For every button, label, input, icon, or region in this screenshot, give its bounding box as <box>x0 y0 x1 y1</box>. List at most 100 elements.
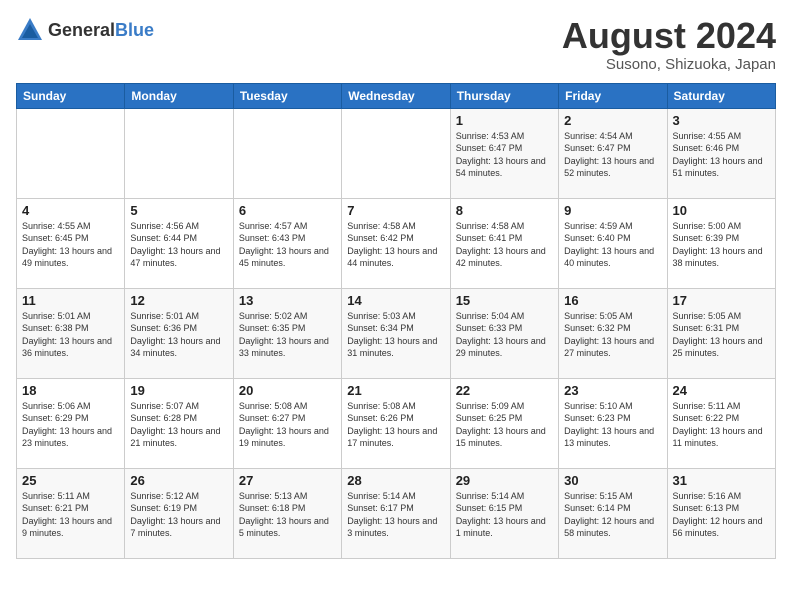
days-of-week-row: SundayMondayTuesdayWednesdayThursdayFrid… <box>17 83 776 108</box>
day-cell: 10 Sunrise: 5:00 AM Sunset: 6:39 PM Dayli… <box>667 198 775 288</box>
day-number: 26 <box>130 473 227 488</box>
day-detail: Sunrise: 4:59 AM Sunset: 6:40 PM Dayligh… <box>564 220 661 270</box>
day-cell: 30Sunrise: 5:15 AM Sunset: 6:14 PM Dayli… <box>559 468 667 558</box>
day-cell: 26Sunrise: 5:12 AM Sunset: 6:19 PM Dayli… <box>125 468 233 558</box>
day-number: 12 <box>130 293 227 308</box>
logo-icon <box>16 16 44 44</box>
day-number: 22 <box>456 383 553 398</box>
calendar-header: SundayMondayTuesdayWednesdayThursdayFrid… <box>17 83 776 108</box>
day-cell: 17 Sunrise: 5:05 AM Sunset: 6:31 PM Dayli… <box>667 288 775 378</box>
day-cell: 6Sunrise: 4:57 AM Sunset: 6:43 PM Daylig… <box>233 198 341 288</box>
day-detail: Sunrise: 5:01 AM Sunset: 6:36 PM Dayligh… <box>130 310 227 360</box>
day-number: 5 <box>130 203 227 218</box>
week-row-2: 4 Sunrise: 4:55 AM Sunset: 6:45 PM Daylig… <box>17 198 776 288</box>
week-row-1: 1Sunrise: 4:53 AM Sunset: 6:47 PM Daylig… <box>17 108 776 198</box>
day-cell: 7 Sunrise: 4:58 AM Sunset: 6:42 PM Daylig… <box>342 198 450 288</box>
day-detail: Sunrise: 5:02 AM Sunset: 6:35 PM Dayligh… <box>239 310 336 360</box>
calendar-title: August 2024 <box>562 16 776 56</box>
day-cell: 20Sunrise: 5:08 AM Sunset: 6:27 PM Dayli… <box>233 378 341 468</box>
day-cell: 16 Sunrise: 5:05 AM Sunset: 6:32 PM Dayli… <box>559 288 667 378</box>
day-number: 7 <box>347 203 444 218</box>
day-header-sunday: Sunday <box>17 83 125 108</box>
day-number: 28 <box>347 473 444 488</box>
day-detail: Sunrise: 5:05 AM Sunset: 6:32 PM Dayligh… <box>564 310 661 360</box>
day-detail: Sunrise: 4:54 AM Sunset: 6:47 PM Dayligh… <box>564 130 661 180</box>
day-cell: 2 Sunrise: 4:54 AM Sunset: 6:47 PM Daylig… <box>559 108 667 198</box>
day-number: 31 <box>673 473 770 488</box>
calendar-table: SundayMondayTuesdayWednesdayThursdayFrid… <box>16 83 776 559</box>
day-detail: Sunrise: 5:11 AM Sunset: 6:22 PM Dayligh… <box>673 400 770 450</box>
day-number: 11 <box>22 293 119 308</box>
day-detail: Sunrise: 4:55 AM Sunset: 6:45 PM Dayligh… <box>22 220 119 270</box>
title-block: August 2024 Susono, Shizuoka, Japan <box>562 16 776 73</box>
day-cell: 28 Sunrise: 5:14 AM Sunset: 6:17 PM Dayli… <box>342 468 450 558</box>
week-row-3: 11 Sunrise: 5:01 AM Sunset: 6:38 PM Dayli… <box>17 288 776 378</box>
day-number: 10 <box>673 203 770 218</box>
day-number: 13 <box>239 293 336 308</box>
day-detail: Sunrise: 5:14 AM Sunset: 6:17 PM Dayligh… <box>347 490 444 540</box>
day-cell <box>233 108 341 198</box>
day-cell: 22 Sunrise: 5:09 AM Sunset: 6:25 PM Dayli… <box>450 378 558 468</box>
day-header-saturday: Saturday <box>667 83 775 108</box>
week-row-4: 18Sunrise: 5:06 AM Sunset: 6:29 PM Dayli… <box>17 378 776 468</box>
calendar-body: 1Sunrise: 4:53 AM Sunset: 6:47 PM Daylig… <box>17 108 776 558</box>
day-cell: 13 Sunrise: 5:02 AM Sunset: 6:35 PM Dayli… <box>233 288 341 378</box>
day-number: 21 <box>347 383 444 398</box>
day-cell: 21 Sunrise: 5:08 AM Sunset: 6:26 PM Dayli… <box>342 378 450 468</box>
day-cell <box>342 108 450 198</box>
logo-text-blue: Blue <box>115 20 154 40</box>
day-cell: 9 Sunrise: 4:59 AM Sunset: 6:40 PM Daylig… <box>559 198 667 288</box>
day-number: 23 <box>564 383 661 398</box>
day-detail: Sunrise: 4:55 AM Sunset: 6:46 PM Dayligh… <box>673 130 770 180</box>
day-cell <box>17 108 125 198</box>
day-number: 17 <box>673 293 770 308</box>
day-cell: 29Sunrise: 5:14 AM Sunset: 6:15 PM Dayli… <box>450 468 558 558</box>
day-number: 6 <box>239 203 336 218</box>
day-header-monday: Monday <box>125 83 233 108</box>
day-detail: Sunrise: 4:58 AM Sunset: 6:41 PM Dayligh… <box>456 220 553 270</box>
day-number: 24 <box>673 383 770 398</box>
day-detail: Sunrise: 5:15 AM Sunset: 6:14 PM Dayligh… <box>564 490 661 540</box>
day-detail: Sunrise: 5:16 AM Sunset: 6:13 PM Dayligh… <box>673 490 770 540</box>
day-cell: 11 Sunrise: 5:01 AM Sunset: 6:38 PM Dayli… <box>17 288 125 378</box>
day-number: 9 <box>564 203 661 218</box>
day-number: 14 <box>347 293 444 308</box>
day-cell: 18Sunrise: 5:06 AM Sunset: 6:29 PM Dayli… <box>17 378 125 468</box>
day-detail: Sunrise: 4:58 AM Sunset: 6:42 PM Dayligh… <box>347 220 444 270</box>
page-header: GeneralBlue August 2024 Susono, Shizuoka… <box>16 16 776 73</box>
day-number: 2 <box>564 113 661 128</box>
day-number: 8 <box>456 203 553 218</box>
day-number: 4 <box>22 203 119 218</box>
day-detail: Sunrise: 5:08 AM Sunset: 6:26 PM Dayligh… <box>347 400 444 450</box>
logo: GeneralBlue <box>16 16 154 44</box>
day-detail: Sunrise: 5:01 AM Sunset: 6:38 PM Dayligh… <box>22 310 119 360</box>
day-number: 18 <box>22 383 119 398</box>
day-detail: Sunrise: 5:07 AM Sunset: 6:28 PM Dayligh… <box>130 400 227 450</box>
day-cell: 19Sunrise: 5:07 AM Sunset: 6:28 PM Dayli… <box>125 378 233 468</box>
day-cell: 8 Sunrise: 4:58 AM Sunset: 6:41 PM Daylig… <box>450 198 558 288</box>
day-number: 3 <box>673 113 770 128</box>
week-row-5: 25Sunrise: 5:11 AM Sunset: 6:21 PM Dayli… <box>17 468 776 558</box>
day-cell <box>125 108 233 198</box>
day-detail: Sunrise: 5:05 AM Sunset: 6:31 PM Dayligh… <box>673 310 770 360</box>
day-header-tuesday: Tuesday <box>233 83 341 108</box>
day-detail: Sunrise: 4:53 AM Sunset: 6:47 PM Dayligh… <box>456 130 553 180</box>
day-header-thursday: Thursday <box>450 83 558 108</box>
day-cell: 14Sunrise: 5:03 AM Sunset: 6:34 PM Dayli… <box>342 288 450 378</box>
day-header-friday: Friday <box>559 83 667 108</box>
day-cell: 24 Sunrise: 5:11 AM Sunset: 6:22 PM Dayli… <box>667 378 775 468</box>
calendar-subtitle: Susono, Shizuoka, Japan <box>562 56 776 73</box>
day-number: 16 <box>564 293 661 308</box>
day-cell: 5Sunrise: 4:56 AM Sunset: 6:44 PM Daylig… <box>125 198 233 288</box>
day-detail: Sunrise: 5:10 AM Sunset: 6:23 PM Dayligh… <box>564 400 661 450</box>
day-cell: 3 Sunrise: 4:55 AM Sunset: 6:46 PM Daylig… <box>667 108 775 198</box>
day-detail: Sunrise: 5:11 AM Sunset: 6:21 PM Dayligh… <box>22 490 119 540</box>
day-cell: 23 Sunrise: 5:10 AM Sunset: 6:23 PM Dayli… <box>559 378 667 468</box>
day-detail: Sunrise: 5:09 AM Sunset: 6:25 PM Dayligh… <box>456 400 553 450</box>
day-cell: 15 Sunrise: 5:04 AM Sunset: 6:33 PM Dayli… <box>450 288 558 378</box>
logo-text-general: General <box>48 20 115 40</box>
day-cell: 25Sunrise: 5:11 AM Sunset: 6:21 PM Dayli… <box>17 468 125 558</box>
day-detail: Sunrise: 5:04 AM Sunset: 6:33 PM Dayligh… <box>456 310 553 360</box>
day-detail: Sunrise: 5:00 AM Sunset: 6:39 PM Dayligh… <box>673 220 770 270</box>
day-number: 15 <box>456 293 553 308</box>
